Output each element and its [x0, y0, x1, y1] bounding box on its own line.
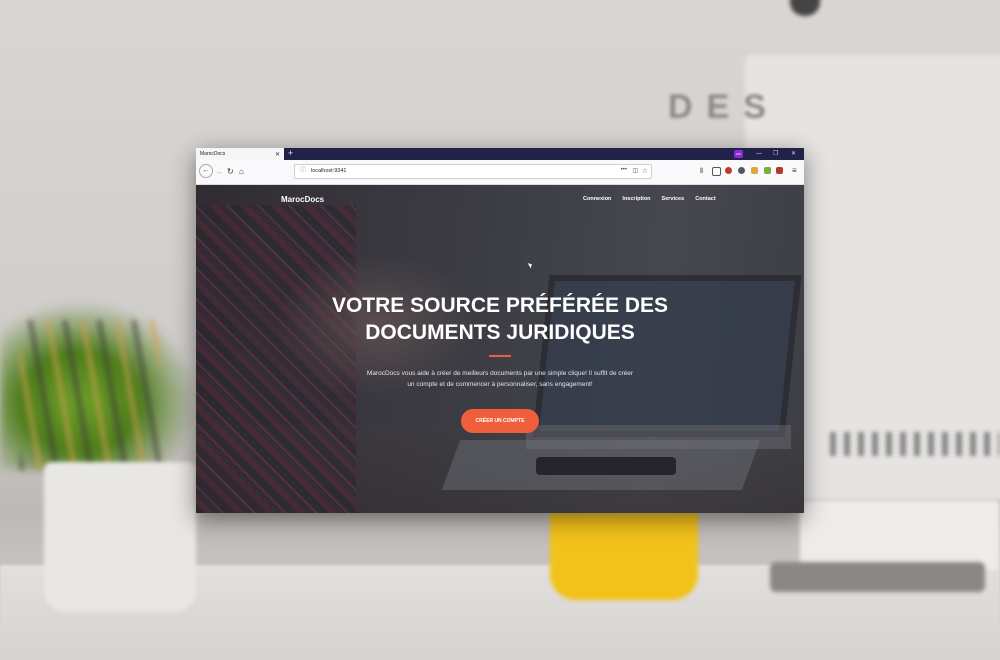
extension-badge-icon[interactable]: oo — [734, 150, 743, 158]
site-nav: Connexion Inscription Services Contact — [583, 196, 716, 202]
nav-contact[interactable]: Contact — [695, 196, 715, 202]
background-monitor-ports — [830, 432, 1000, 456]
hero-title-line-2: DOCUMENTS JURIDIQUES — [365, 321, 635, 344]
hero-title: VOTRE SOURCE PRÉFÉRÉE DES DOCUMENTS JURI… — [196, 292, 804, 346]
forward-icon[interactable]: → — [215, 166, 223, 178]
page-actions-icon[interactable]: ••• — [621, 165, 627, 176]
background-logo — [790, 0, 820, 16]
hero-divider — [489, 355, 511, 357]
library-icon[interactable]: ⫴ — [700, 166, 703, 178]
download-icon[interactable] — [764, 167, 771, 174]
extension-icon[interactable] — [751, 167, 758, 174]
bookmark-star-icon[interactable]: ☆ — [642, 165, 648, 178]
hero-description: MarocDocs vous aide à créer de meilleurs… — [348, 368, 652, 390]
browser-tab[interactable]: MarocDocs ✕ — [196, 148, 284, 160]
background-letters: DES — [668, 88, 780, 126]
home-icon[interactable]: ⌂ — [239, 166, 244, 178]
background-mug — [550, 512, 698, 600]
browser-toolbar: ← → ↻ ⌂ ⓘ localhost:9341 ••• ◫ ☆ ⫴ ≡ — [196, 160, 804, 185]
nav-inscription[interactable]: Inscription — [622, 196, 650, 202]
background-laptop — [800, 500, 1000, 570]
nav-services[interactable]: Services — [662, 196, 685, 202]
tab-close-icon[interactable]: ✕ — [275, 151, 280, 158]
ublock-icon[interactable] — [725, 167, 732, 174]
sidebar-icon[interactable] — [712, 167, 721, 176]
hero-description-line-2: un compte et de commencer à personnalise… — [407, 381, 593, 388]
menu-icon[interactable]: ≡ — [792, 165, 797, 177]
background-keyboard — [770, 562, 985, 592]
hero-overlay — [196, 185, 804, 513]
reload-icon[interactable]: ↻ — [227, 166, 234, 178]
extension-square-icon[interactable] — [776, 167, 783, 174]
new-tab-button[interactable]: + — [288, 148, 293, 160]
background-plant-pot — [44, 462, 196, 612]
landing-page: MarocDocs Connexion Inscription Services… — [196, 185, 804, 513]
background-pencils — [20, 320, 160, 470]
hero-description-line-1: MarocDocs vous aide à créer de meilleurs… — [366, 370, 634, 377]
url-bar[interactable]: ⓘ localhost:9341 ••• ◫ ☆ — [294, 164, 652, 179]
close-window-button[interactable]: ✕ — [791, 148, 796, 160]
nav-connexion[interactable]: Connexion — [583, 196, 611, 202]
privacy-icon[interactable] — [738, 167, 745, 174]
browser-window: MarocDocs ✕ + oo — ❐ ✕ ← → ↻ ⌂ ⓘ localho… — [196, 148, 804, 513]
browser-titlebar: MarocDocs ✕ + oo — ❐ ✕ — [196, 148, 804, 160]
back-icon[interactable]: ← — [199, 164, 213, 178]
site-brand[interactable]: MarocDocs — [281, 195, 324, 204]
restore-button[interactable]: ❐ — [773, 148, 778, 160]
minimize-button[interactable]: — — [756, 148, 762, 160]
tab-title: MarocDocs — [200, 151, 226, 157]
url-text[interactable]: localhost:9341 — [311, 165, 346, 178]
info-icon[interactable]: ⓘ — [300, 165, 306, 178]
pocket-icon[interactable]: ◫ — [632, 165, 638, 178]
create-account-button[interactable]: CRÉER UN COMPTE — [461, 409, 539, 433]
hero-title-line-1: VOTRE SOURCE PRÉFÉRÉE DES — [331, 294, 669, 317]
